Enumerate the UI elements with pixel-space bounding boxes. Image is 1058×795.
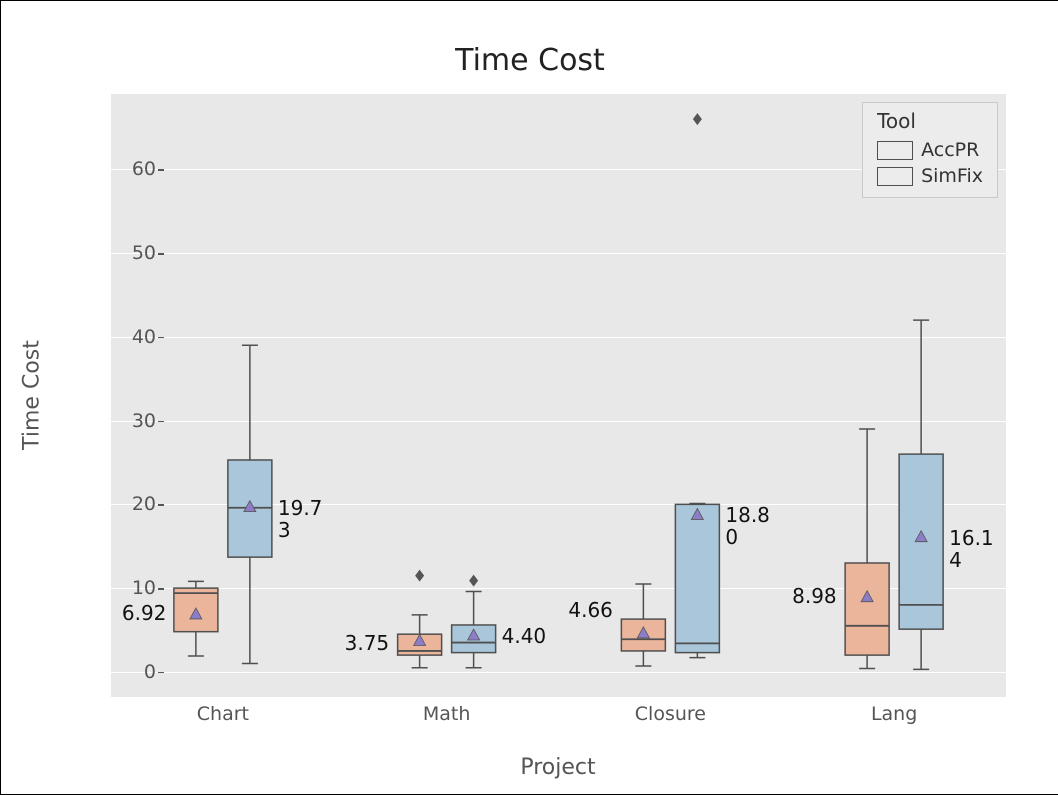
mean-annotation: 18.8	[725, 504, 770, 526]
mean-annotation: 4.66	[568, 599, 613, 621]
legend-swatch-simfix	[877, 167, 913, 186]
y-tick-label: 10	[96, 577, 156, 599]
x-tick-label: Math	[423, 703, 471, 725]
x-tick-label: Closure	[635, 703, 706, 725]
mean-annotation: 6.92	[122, 602, 167, 624]
y-tick-label: 20	[96, 493, 156, 515]
y-tick-label: 40	[96, 326, 156, 348]
legend-label: SimFix	[921, 165, 983, 187]
mean-annotation: 4	[949, 549, 962, 571]
mean-annotation: 4.40	[502, 625, 547, 647]
mean-annotation: 3.75	[345, 632, 390, 654]
y-tick-label: 50	[96, 242, 156, 264]
y-tick-label: 30	[96, 410, 156, 432]
chart-container: Time Cost Tool AccPR SimFix 6.92 19.73 3.7…	[0, 0, 1058, 795]
plot-area: Tool AccPR SimFix 6.92 19.73 3.75 4.40 4.66 1…	[111, 94, 1006, 697]
y-tick-label: 60	[96, 158, 156, 180]
legend-swatch-accpr	[877, 141, 913, 160]
y-axis-label: Time Cost	[20, 340, 45, 450]
chart-title: Time Cost	[1, 43, 1058, 78]
legend-item-accpr: AccPR	[873, 137, 987, 163]
legend: Tool AccPR SimFix	[862, 102, 998, 198]
y-tick-label: 0	[96, 661, 156, 683]
mean-annotation: 16.1	[949, 527, 994, 549]
x-axis-label: Project	[520, 755, 595, 780]
x-tick-label: Chart	[197, 703, 249, 725]
mean-annotation: 0	[725, 526, 738, 548]
legend-title: Tool	[877, 109, 987, 137]
x-tick-label: Lang	[871, 703, 917, 725]
mean-annotation: 19.7	[278, 497, 323, 519]
mean-annotation: 3	[278, 519, 291, 541]
legend-label: AccPR	[921, 139, 979, 161]
mean-annotation: 8.98	[792, 585, 837, 607]
legend-item-simfix: SimFix	[873, 163, 987, 189]
